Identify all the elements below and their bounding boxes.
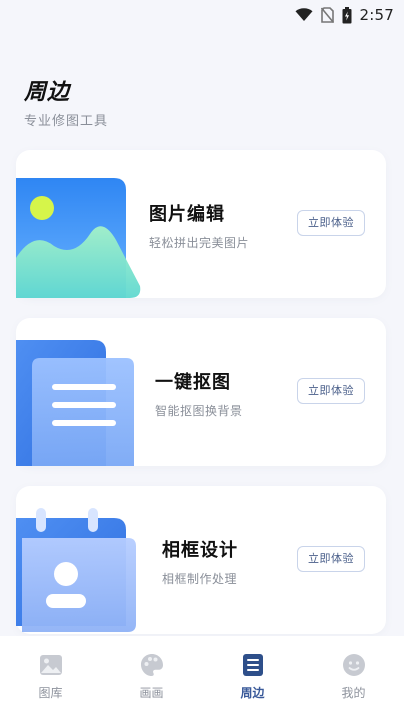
card-frame-design[interactable]: 相框设计 相框制作处理 立即体验 — [16, 486, 386, 634]
card-title: 图片编辑 — [149, 204, 225, 225]
card-title: 一键抠图 — [155, 372, 231, 393]
status-icons: 2:57 — [295, 4, 394, 26]
landscape-image-icon — [16, 178, 141, 298]
try-now-button[interactable]: 立即体验 — [297, 210, 365, 236]
tab-nearby[interactable]: 周边 — [202, 636, 303, 720]
card-desc: 智能抠图换背景 — [155, 404, 243, 418]
tab-mine[interactable]: 我的 — [303, 636, 404, 720]
page-subtitle: 专业修图工具 — [24, 114, 109, 129]
card-desc: 相框制作处理 — [162, 572, 238, 586]
page-title: 周边 — [24, 80, 71, 105]
status-time: 2:57 — [359, 6, 394, 24]
card-image-edit[interactable]: 图片编辑 轻松拼出完美图片 立即体验 — [16, 150, 386, 298]
document-icon — [16, 340, 134, 466]
wifi-icon — [295, 8, 313, 21]
tab-draw[interactable]: 画画 — [101, 636, 202, 720]
tab-label: 我的 — [341, 686, 366, 700]
tab-gallery[interactable]: 图库 — [0, 636, 101, 720]
palette-icon — [140, 654, 163, 676]
tab-label: 画画 — [139, 686, 164, 700]
battery-icon — [342, 6, 352, 23]
status-bar: 2:57 — [0, 0, 404, 30]
try-now-button[interactable]: 立即体验 — [297, 546, 365, 572]
list-icon — [242, 654, 263, 676]
try-now-button[interactable]: 立即体验 — [297, 378, 365, 404]
card-cutout[interactable]: 一键抠图 智能抠图换背景 立即体验 — [16, 318, 386, 466]
bottom-tab-bar: 图库 画画 周边 我的 — [0, 636, 404, 720]
calendar-portrait-icon — [16, 508, 136, 632]
gallery-icon — [39, 655, 62, 675]
card-title: 相框设计 — [162, 540, 238, 561]
no-sim-icon — [320, 7, 334, 23]
tab-label: 图库 — [38, 686, 63, 700]
card-desc: 轻松拼出完美图片 — [149, 236, 250, 250]
tab-label: 周边 — [240, 686, 265, 700]
profile-icon — [342, 654, 365, 676]
